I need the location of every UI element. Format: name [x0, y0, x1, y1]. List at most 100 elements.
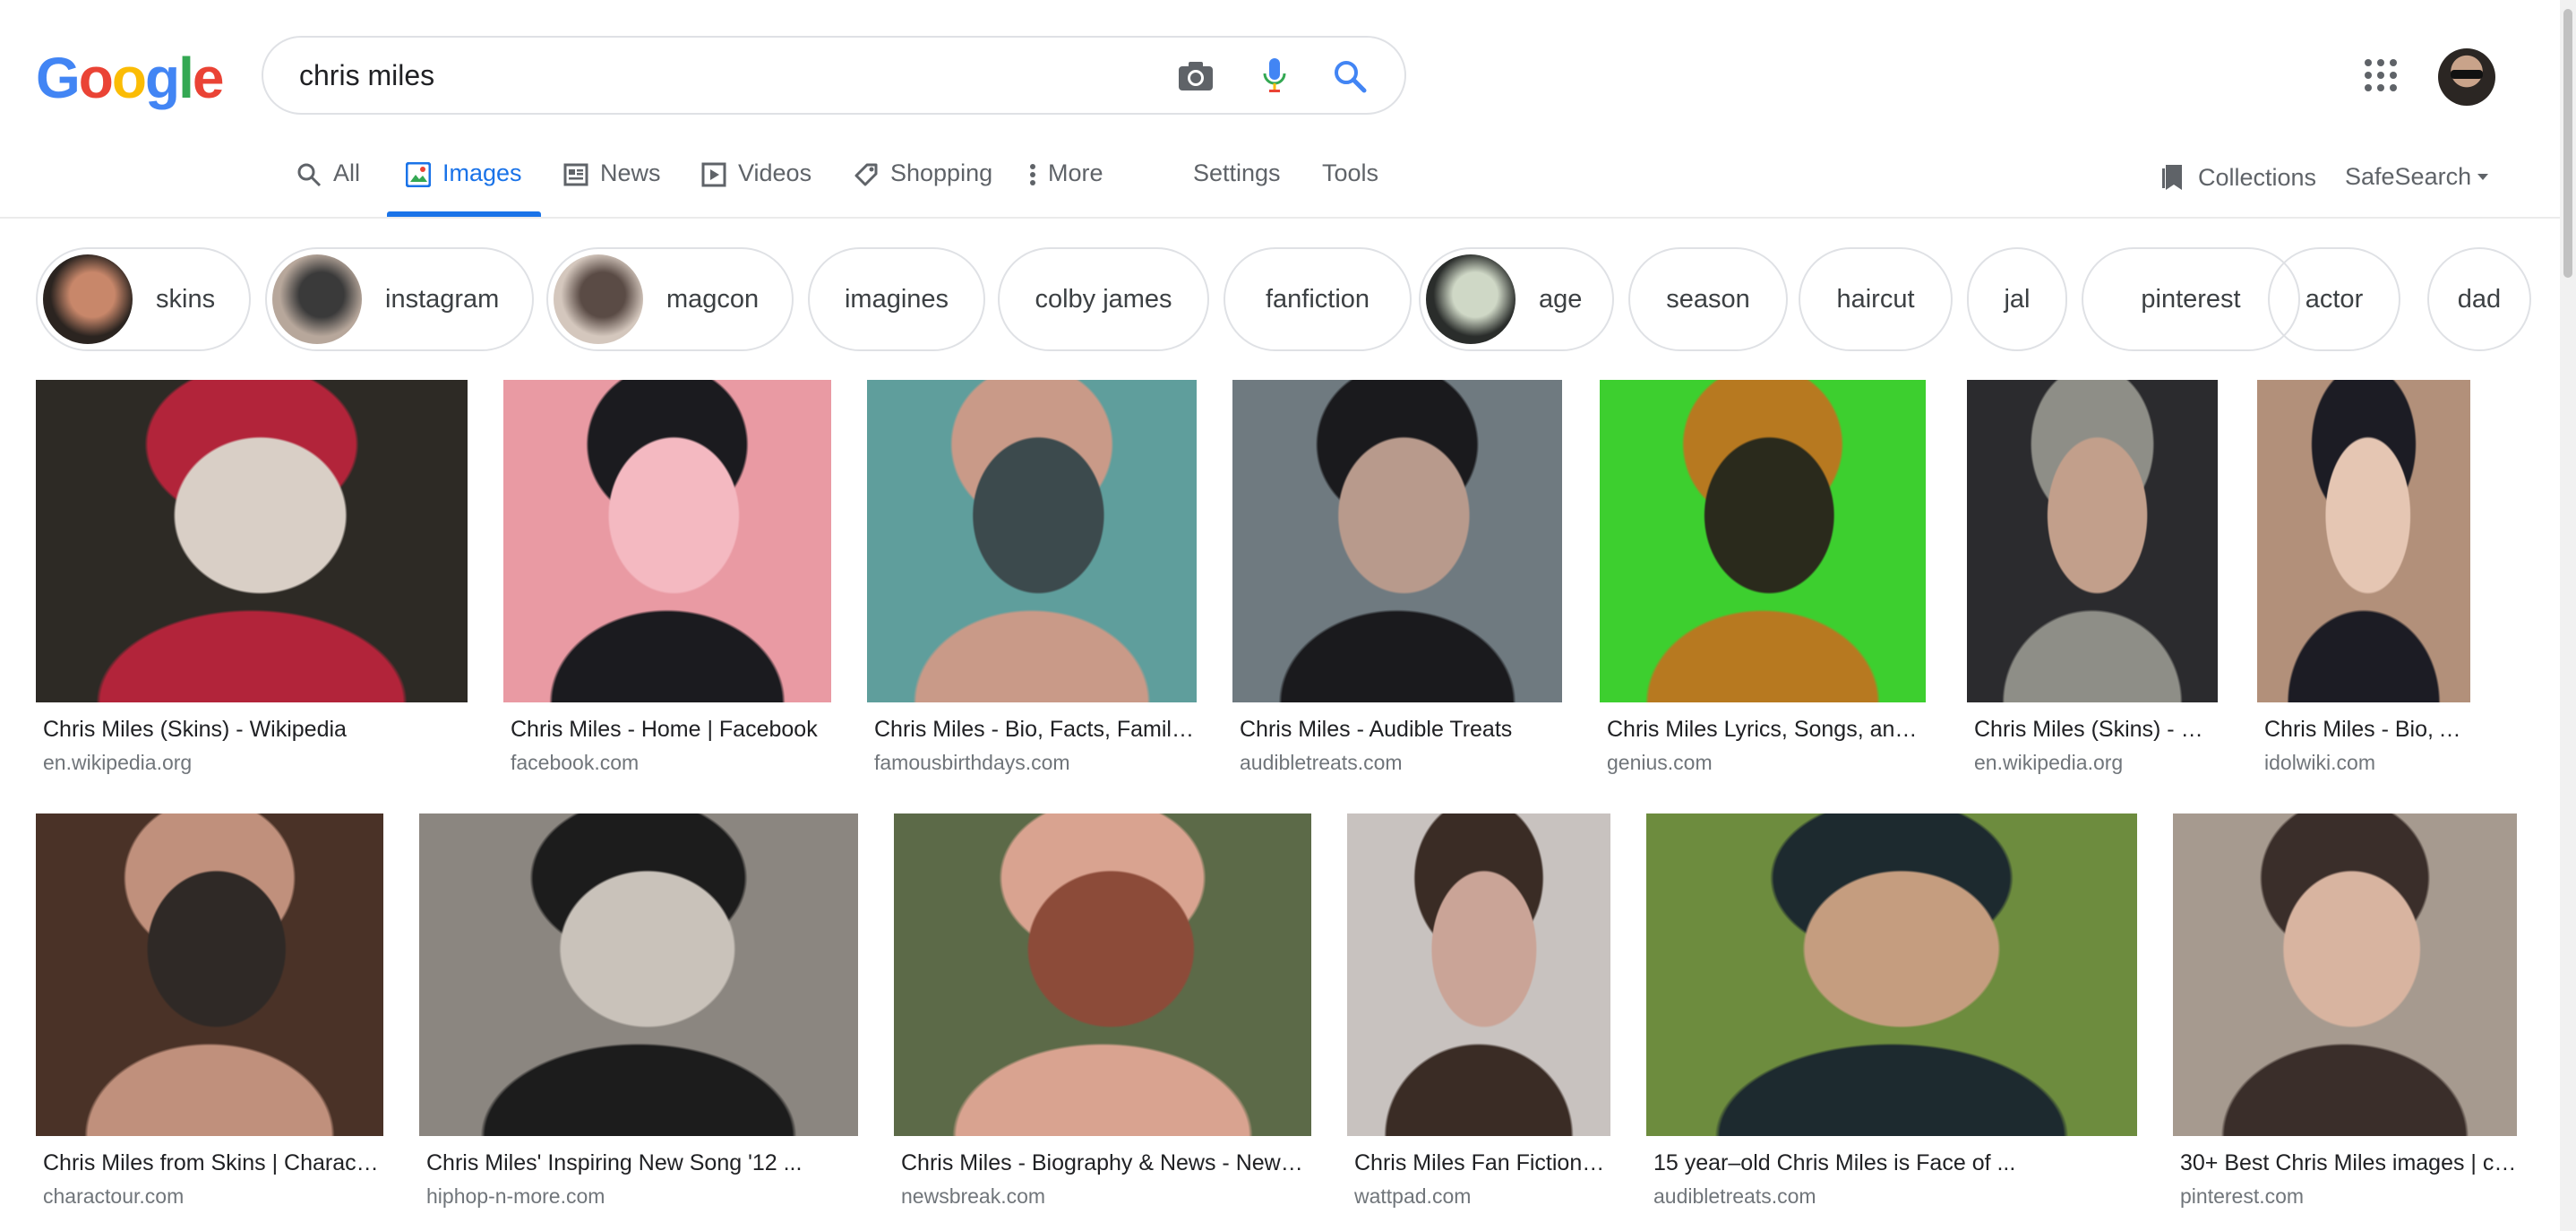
- chip-label: age: [1539, 284, 1583, 314]
- result-thumbnail[interactable]: [2257, 380, 2470, 702]
- result-thumbnail[interactable]: [503, 380, 831, 702]
- chip-label: colby james: [1035, 284, 1172, 314]
- chip-thumbnail: [43, 254, 133, 344]
- result-title[interactable]: Chris Miles - Biography & News - News ..…: [901, 1150, 1311, 1176]
- result-source[interactable]: charactour.com: [43, 1184, 184, 1209]
- result-source[interactable]: idolwiki.com: [2264, 751, 2375, 775]
- result-thumbnail[interactable]: [2173, 813, 2517, 1136]
- chip-thumbnail: [554, 254, 643, 344]
- bookmark-icon: [2160, 163, 2185, 192]
- result-thumbnail[interactable]: [867, 380, 1197, 702]
- result-source[interactable]: hiphop-n-more.com: [426, 1184, 605, 1209]
- result-thumbnail[interactable]: [1347, 813, 1610, 1136]
- search-input[interactable]: chris miles: [299, 59, 434, 92]
- chip-colby-james[interactable]: colby james: [998, 247, 1209, 351]
- scrollbar[interactable]: [2560, 0, 2576, 1231]
- logo-letter: G: [36, 46, 81, 110]
- chip-imagines[interactable]: imagines: [808, 247, 985, 351]
- result-source[interactable]: en.wikipedia.org: [1974, 751, 2123, 775]
- chip-actor[interactable]: actor: [2268, 247, 2400, 351]
- safesearch-dropdown[interactable]: SafeSearch: [2345, 163, 2489, 191]
- news-icon: [562, 161, 589, 188]
- image-icon: [405, 161, 432, 188]
- account-avatar[interactable]: [2438, 48, 2495, 106]
- result-thumbnail[interactable]: [36, 813, 383, 1136]
- search-box[interactable]: chris miles: [262, 36, 1406, 115]
- chip-label: season: [1666, 284, 1750, 314]
- tab-images[interactable]: Images: [405, 159, 522, 219]
- chip-label: jal: [2004, 284, 2031, 314]
- tab-label: News: [600, 159, 661, 186]
- result-thumbnail[interactable]: [1232, 380, 1562, 702]
- tab-label: Shopping: [890, 159, 993, 186]
- result-title[interactable]: Chris Miles Fan Fiction) ...: [1354, 1150, 1610, 1176]
- apps-grid-icon[interactable]: [2365, 59, 2397, 91]
- chip-label: haircut: [1836, 284, 1915, 314]
- tab-label: More: [1048, 159, 1103, 186]
- result-title[interactable]: Chris Miles from Skins | Character ...: [43, 1150, 383, 1176]
- result-thumbnail[interactable]: [1600, 380, 1926, 702]
- result-thumbnail[interactable]: [1646, 813, 2137, 1136]
- chip-dad[interactable]: dad: [2427, 247, 2531, 351]
- result-thumbnail[interactable]: [36, 380, 468, 702]
- result-source[interactable]: pinterest.com: [2180, 1184, 2304, 1209]
- chip-label: imagines: [844, 284, 949, 314]
- result-title[interactable]: Chris Miles Lyrics, Songs, and Albums ..…: [1607, 717, 1926, 743]
- camera-icon[interactable]: [1175, 56, 1216, 97]
- result-title[interactable]: 30+ Best Chris Miles images | chris ...: [2180, 1150, 2517, 1176]
- chip-skins[interactable]: skins: [36, 247, 251, 351]
- tab-all[interactable]: All: [296, 159, 360, 219]
- microphone-icon[interactable]: [1254, 56, 1295, 97]
- play-icon: [700, 161, 727, 188]
- chip-label: instagram: [385, 284, 500, 314]
- chip-jal[interactable]: jal: [1967, 247, 2067, 351]
- result-title[interactable]: Chris Miles (Skins) - Wikipedia: [43, 717, 347, 743]
- result-thumbnail[interactable]: [894, 813, 1311, 1136]
- result-source[interactable]: wattpad.com: [1354, 1184, 1471, 1209]
- tab-settings[interactable]: Settings: [1193, 159, 1281, 219]
- tab-label: All: [333, 159, 361, 186]
- result-source[interactable]: genius.com: [1607, 751, 1713, 775]
- result-title[interactable]: Chris Miles - Audible Treats: [1240, 717, 1512, 743]
- tab-more[interactable]: More: [1026, 159, 1103, 219]
- chip-age[interactable]: age: [1419, 247, 1614, 351]
- result-source[interactable]: en.wikipedia.org: [43, 751, 192, 775]
- caret-down-icon: [2477, 173, 2489, 182]
- collections-label: Collections: [2198, 163, 2317, 191]
- result-title[interactable]: Chris Miles - Bio, Age, Height ...: [2264, 717, 2470, 743]
- result-title[interactable]: 15 year–old Chris Miles is Face of ...: [1653, 1150, 2015, 1176]
- result-title[interactable]: Chris Miles' Inspiring New Song '12 ...: [426, 1150, 802, 1176]
- logo-letter: o: [111, 46, 147, 110]
- chip-fanfiction[interactable]: fanfiction: [1224, 247, 1412, 351]
- chip-label: actor: [2305, 284, 2364, 314]
- chip-season[interactable]: season: [1628, 247, 1788, 351]
- tab-videos[interactable]: Videos: [700, 159, 811, 219]
- header-divider: [0, 217, 2560, 219]
- tab-label: Settings: [1193, 159, 1281, 186]
- chip-thumbnail: [272, 254, 362, 344]
- result-source[interactable]: facebook.com: [511, 751, 639, 775]
- result-title[interactable]: Chris Miles - Home | Facebook: [511, 717, 818, 743]
- chip-thumbnail: [1426, 254, 1516, 344]
- result-thumbnail[interactable]: [419, 813, 858, 1136]
- logo-letter: l: [178, 46, 194, 110]
- result-title[interactable]: Chris Miles (Skins) - Wikipedia: [1974, 717, 2218, 743]
- result-thumbnail[interactable]: [1967, 380, 2218, 702]
- tab-label: Tools: [1322, 159, 1379, 186]
- scrollbar-thumb[interactable]: [2563, 9, 2572, 278]
- chip-haircut[interactable]: haircut: [1799, 247, 1953, 351]
- collections-link[interactable]: Collections: [2160, 163, 2316, 192]
- tab-tools[interactable]: Tools: [1322, 159, 1378, 219]
- more-vert-icon: [1026, 161, 1039, 188]
- result-source[interactable]: audibletreats.com: [1653, 1184, 1816, 1209]
- result-source[interactable]: newsbreak.com: [901, 1184, 1045, 1209]
- result-source[interactable]: audibletreats.com: [1240, 751, 1403, 775]
- tab-shopping[interactable]: Shopping: [853, 159, 992, 219]
- chip-instagram[interactable]: instagram: [265, 247, 534, 351]
- chip-magcon[interactable]: magcon: [546, 247, 794, 351]
- tab-news[interactable]: News: [562, 159, 661, 219]
- google-logo[interactable]: Google: [36, 45, 224, 111]
- result-title[interactable]: Chris Miles - Bio, Facts, Family Life of…: [874, 717, 1197, 743]
- search-icon[interactable]: [1329, 56, 1370, 97]
- result-source[interactable]: famousbirthdays.com: [874, 751, 1070, 775]
